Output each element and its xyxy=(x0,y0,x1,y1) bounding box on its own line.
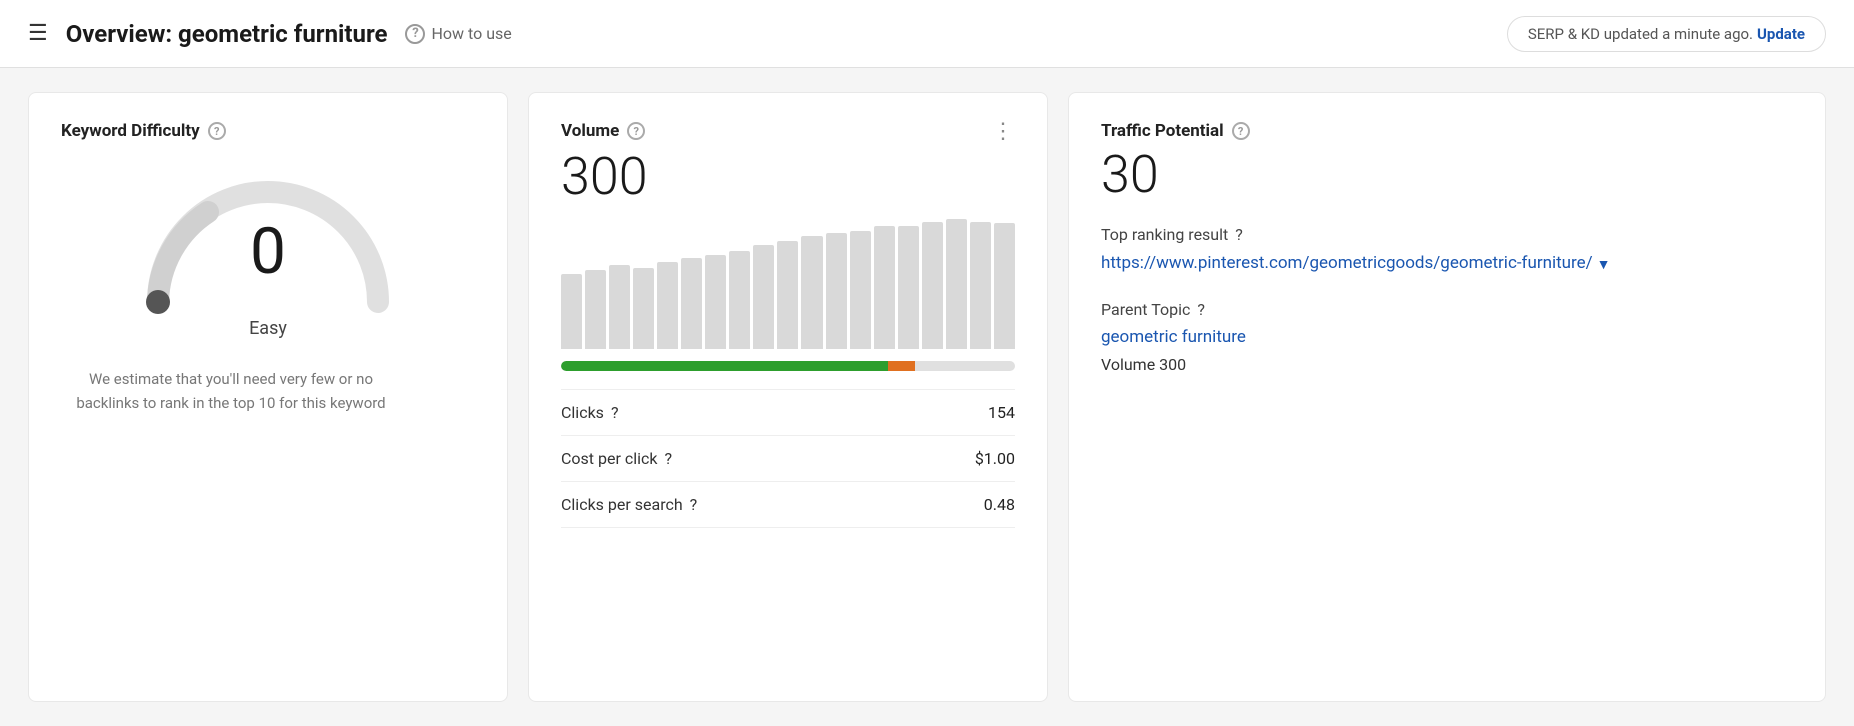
bar-chart-bar xyxy=(681,258,702,349)
progress-green xyxy=(561,361,888,371)
metric-label: Cost per click? xyxy=(561,449,672,468)
bar-chart-bar xyxy=(609,265,630,349)
volume-value: 300 xyxy=(561,151,1015,203)
metric-row: Clicks? 154 xyxy=(561,390,1015,436)
traffic-help-icon[interactable]: ? xyxy=(1232,122,1250,140)
metric-value: $1.00 xyxy=(975,449,1015,468)
bar-chart-bar xyxy=(898,226,919,349)
kd-help-icon[interactable]: ? xyxy=(208,122,226,140)
bar-chart-bar xyxy=(561,274,582,349)
volume-header: Volume ? ⋮ xyxy=(561,121,1015,143)
volume-menu-icon[interactable]: ⋮ xyxy=(992,121,1015,143)
parent-topic-label: Parent Topic ? xyxy=(1101,300,1793,319)
kd-score: 0 xyxy=(250,220,286,284)
bar-chart-bar xyxy=(585,270,606,349)
volume-card-label: Volume ? xyxy=(561,121,645,141)
kd-card-label: Keyword Difficulty ? xyxy=(61,121,475,141)
bar-chart-bar xyxy=(657,262,678,349)
bar-chart-bar xyxy=(946,219,967,349)
bar-chart-bar xyxy=(922,222,943,349)
bar-chart-bar xyxy=(753,245,774,349)
traffic-value: 30 xyxy=(1101,149,1793,201)
bar-chart-bar xyxy=(801,236,822,349)
question-icon: ? xyxy=(405,24,425,44)
keyword-difficulty-card: Keyword Difficulty ? 0 Easy We estimate … xyxy=(28,92,508,702)
header: ☰ Overview: geometric furniture ? How to… xyxy=(0,0,1854,68)
metric-value: 0.48 xyxy=(984,495,1015,514)
metric-help-icon[interactable]: ? xyxy=(611,403,619,422)
top-ranking-label: Top ranking result ? xyxy=(1101,225,1793,244)
volume-card: Volume ? ⋮ 300 Clicks? 154 Cost per click?… xyxy=(528,92,1048,702)
bar-chart-bar xyxy=(705,255,726,349)
bar-chart-bar xyxy=(826,233,847,349)
bar-chart-bar xyxy=(850,231,871,349)
parent-topic-link[interactable]: geometric furniture xyxy=(1101,327,1793,347)
kd-gauge-wrap: 0 Easy xyxy=(61,157,475,339)
metric-value: 154 xyxy=(988,403,1015,422)
top-ranking-help-icon[interactable]: ? xyxy=(1235,225,1243,244)
parent-topic-help-icon[interactable]: ? xyxy=(1197,300,1205,319)
bar-chart-bar xyxy=(970,222,991,349)
metric-help-icon[interactable]: ? xyxy=(665,449,673,468)
top-ranking-url[interactable]: https://www.pinterest.com/geometricgoods… xyxy=(1101,252,1793,276)
volume-progress-bar xyxy=(561,361,1015,371)
bar-chart-bar xyxy=(874,226,895,349)
metric-row: Cost per click? $1.00 xyxy=(561,436,1015,482)
volume-help-icon[interactable]: ? xyxy=(627,122,645,140)
update-badge: SERP & KD updated a minute ago. Update xyxy=(1507,16,1826,52)
bar-chart-bar xyxy=(633,268,654,349)
metric-label: Clicks? xyxy=(561,403,619,422)
kd-difficulty-label: Easy xyxy=(249,318,287,339)
metric-label: Clicks per search? xyxy=(561,495,697,514)
traffic-card-label: Traffic Potential ? xyxy=(1101,121,1793,141)
bar-chart-bar xyxy=(777,241,798,349)
parent-volume: Volume 300 xyxy=(1101,355,1793,374)
traffic-potential-card: Traffic Potential ? 30 Top ranking resul… xyxy=(1068,92,1826,702)
progress-orange xyxy=(888,361,915,371)
hamburger-icon[interactable]: ☰ xyxy=(28,23,48,45)
bar-chart-bar xyxy=(994,223,1015,349)
how-to-use-label: How to use xyxy=(431,24,511,43)
url-dropdown-icon[interactable]: ▼ xyxy=(1597,256,1611,276)
main-content: Keyword Difficulty ? 0 Easy We estimate … xyxy=(0,68,1854,726)
bar-chart-bar xyxy=(729,251,750,349)
kd-gauge: 0 xyxy=(128,157,408,312)
metric-help-icon[interactable]: ? xyxy=(690,495,698,514)
volume-metrics-table: Clicks? 154 Cost per click? $1.00 Clicks per… xyxy=(561,389,1015,528)
kd-description: We estimate that you'll need very few or… xyxy=(61,367,401,415)
metric-row: Clicks per search? 0.48 xyxy=(561,482,1015,528)
page-title: Overview: geometric furniture xyxy=(66,20,388,48)
volume-bar-chart xyxy=(561,219,1015,349)
update-link[interactable]: Update xyxy=(1757,25,1805,43)
update-status-text: SERP & KD updated a minute ago. xyxy=(1528,25,1753,43)
how-to-use-button[interactable]: ? How to use xyxy=(405,24,511,44)
